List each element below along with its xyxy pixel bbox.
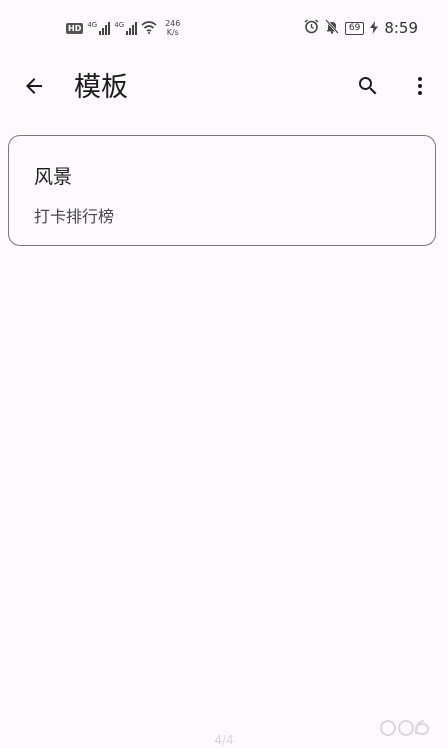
sim1-signal: 4G [87, 21, 111, 35]
sim2-signal-bars-icon [126, 21, 138, 35]
back-button[interactable] [14, 68, 54, 108]
template-card-title: 风景 [34, 166, 73, 188]
arrow-back-icon [22, 74, 46, 102]
template-card-subtitle: 打卡排行榜 [34, 207, 115, 226]
clock: 8:59 [384, 19, 418, 37]
sim1-signal-bars-icon [99, 21, 111, 35]
search-button[interactable] [348, 68, 388, 108]
battery-level: 69 [344, 21, 365, 35]
sim1-network-label: 4G [87, 21, 98, 29]
sim2-network-label: 4G [114, 21, 125, 29]
more-vert-icon [408, 74, 432, 102]
status-right-group: 69 8:59 [304, 18, 418, 38]
template-card[interactable]: 风景 打卡排行榜 [8, 135, 436, 246]
more-options-button[interactable] [400, 68, 440, 108]
status-bar: HD 4G 4G 246 K/s 69 8:59 [0, 0, 448, 56]
watermark-logo [378, 712, 442, 740]
network-speed: 246 K/s [165, 19, 180, 37]
sim2-signal: 4G [114, 21, 138, 35]
wifi-icon [141, 19, 157, 38]
mute-bell-icon [324, 18, 339, 38]
network-speed-unit: K/s [166, 28, 179, 37]
page-title: 模板 [74, 72, 128, 103]
charging-bolt-icon [370, 19, 379, 38]
app-bar: 模板 [0, 56, 448, 120]
status-left-group: HD 4G 4G 246 K/s [66, 16, 180, 40]
search-icon [356, 74, 380, 102]
hd-voice-badge: HD [66, 22, 84, 34]
alarm-icon [304, 18, 319, 38]
network-speed-value: 246 [165, 19, 181, 28]
